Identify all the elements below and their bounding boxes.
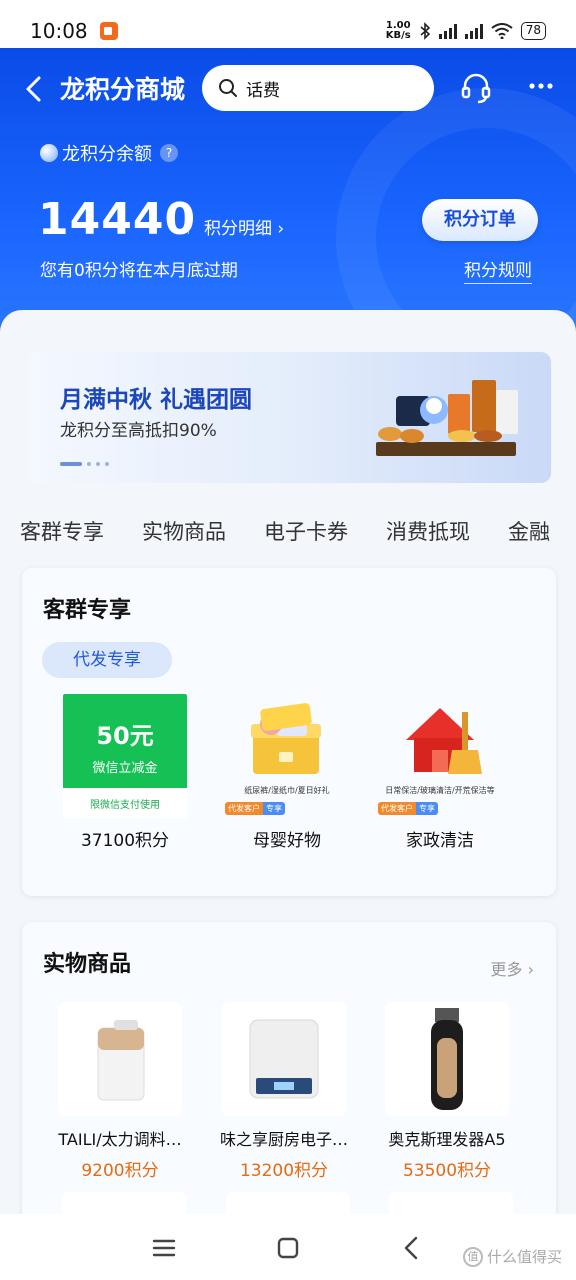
battery-icon: 78 bbox=[520, 22, 546, 40]
kitchen-scale-icon bbox=[249, 1019, 319, 1099]
product-card-peek[interactable] bbox=[62, 1192, 186, 1214]
product-card[interactable]: TAILI/太力调料… 9200积分 bbox=[40, 1002, 200, 1181]
balance-label-row: 龙积分余额 ? bbox=[40, 140, 178, 166]
back-icon[interactable] bbox=[20, 74, 50, 104]
bluetooth-icon bbox=[420, 22, 430, 40]
points-detail-label: 积分明细 bbox=[204, 219, 272, 239]
seasoning-dispenser-icon bbox=[97, 1020, 145, 1101]
product-card-peek[interactable] bbox=[226, 1192, 350, 1214]
gift-desc: 纸尿裤/湿纸巾/夏日好礼 bbox=[244, 786, 330, 795]
expire-note: 您有0积分将在本月底过期 bbox=[40, 261, 238, 281]
points-detail-link[interactable]: 积分明细 › bbox=[204, 214, 284, 239]
more-link[interactable]: 更多 › bbox=[490, 956, 534, 980]
product-image bbox=[385, 1002, 509, 1116]
product-name: 奥克斯理发器A5 bbox=[388, 1130, 506, 1149]
product-image bbox=[58, 1002, 182, 1116]
wechat-coupon-image: 50元 微信立减金 限微信支付使用 bbox=[63, 694, 187, 818]
product-label: 母婴好物 bbox=[253, 831, 321, 851]
chevron-right-icon: › bbox=[277, 219, 285, 239]
product-card[interactable]: 奥克斯理发器A5 53500积分 bbox=[367, 1002, 527, 1181]
product-price: 9200积分 bbox=[81, 1161, 159, 1181]
baby-goods-image: 纸尿裤/湿纸巾/夏日好礼 代发客户 专享 bbox=[225, 694, 349, 818]
hair-clipper-icon bbox=[431, 1008, 463, 1110]
watermark-icon: 值 bbox=[462, 1246, 483, 1267]
search-icon bbox=[219, 79, 237, 97]
product-price: 53500积分 bbox=[402, 1161, 492, 1181]
mooncake-gift-illustration bbox=[376, 380, 518, 456]
product-home-cleaning[interactable]: 日常保洁/玻璃清洁/开荒保洁等 代发客户 专享 家政清洁 bbox=[365, 694, 515, 851]
signal-icon-2 bbox=[464, 23, 483, 39]
signal-icon-1 bbox=[438, 23, 457, 39]
tab-physical-goods[interactable]: 实物商品 bbox=[142, 516, 226, 546]
gift-box-icon bbox=[251, 703, 321, 774]
wifi-icon bbox=[491, 23, 513, 39]
product-price: 13200积分 bbox=[239, 1161, 329, 1181]
product-card-peek[interactable] bbox=[389, 1192, 513, 1214]
more-icon[interactable] bbox=[526, 78, 556, 94]
exclusive-tag: 代发客户 专享 bbox=[378, 802, 438, 815]
points-rules-link[interactable]: 积分规则 bbox=[464, 256, 532, 284]
tab-cash-deduction[interactable]: 消费抵现 bbox=[386, 516, 470, 546]
tag-customer: 代发客户 bbox=[225, 802, 263, 815]
watermark-text: 什么值得买 bbox=[486, 1248, 562, 1266]
menu-icon[interactable] bbox=[150, 1234, 178, 1262]
product-name: TAILI/太力调料… bbox=[58, 1130, 182, 1149]
coupon-amount: 50元 bbox=[96, 722, 154, 750]
status-icons: 1.00 KB/s 78 bbox=[386, 21, 546, 41]
product-price: 37100积分 bbox=[80, 831, 170, 851]
net-speed-unit: KB/s bbox=[385, 30, 411, 41]
gift-desc: 日常保洁/玻璃清洁/开荒保洁等 bbox=[385, 786, 495, 795]
search-input[interactable]: 话费 bbox=[202, 65, 434, 111]
coupon-subtitle: 微信立减金 bbox=[92, 761, 158, 776]
customer-service-icon[interactable] bbox=[458, 70, 494, 106]
balance-label: 龙积分余额 bbox=[62, 144, 152, 165]
exclusive-section: 客群专享 代发专享 50元 微信立减金 限微信支付使用 37100积分 纸尿裤/… bbox=[22, 568, 556, 896]
coin-icon bbox=[40, 144, 58, 162]
coupon-note: 限微信支付使用 bbox=[90, 800, 160, 811]
help-icon[interactable]: ? bbox=[160, 144, 178, 162]
physical-goods-section: 实物商品 更多 › TAILI/太力调料… 9200积分 味之享厨房电子… 13… bbox=[22, 922, 556, 1214]
tag-exclusive: 专享 bbox=[416, 802, 438, 815]
search-placeholder: 话费 bbox=[246, 80, 280, 101]
more-label: 更多 bbox=[490, 960, 523, 979]
exclusive-tag: 代发客户 专享 bbox=[225, 802, 285, 815]
status-time: 10:08 bbox=[30, 19, 88, 43]
category-tabs: 客群专享 实物商品 电子卡券 消费抵现 金融 bbox=[20, 516, 550, 546]
tag-exclusive: 专享 bbox=[263, 802, 285, 815]
back-nav-icon[interactable] bbox=[398, 1234, 426, 1262]
home-cleaning-image: 日常保洁/玻璃清洁/开荒保洁等 代发客户 专享 bbox=[378, 694, 502, 818]
section-title: 客群专享 bbox=[43, 598, 132, 623]
net-speed: 1.00 KB/s bbox=[386, 21, 411, 41]
product-name: 味之享厨房电子… bbox=[219, 1130, 348, 1149]
screen-record-icon bbox=[99, 22, 118, 40]
system-nav-bar: 值 什么值得买 bbox=[0, 1214, 576, 1280]
section-title: 实物商品 bbox=[43, 952, 132, 977]
tab-exclusive[interactable]: 客群专享 bbox=[20, 516, 104, 546]
content-sheet: 月满中秋 礼遇团圆 龙积分至高抵扣90% 客群专享 实物商品 电子卡券 消费抵现… bbox=[0, 310, 576, 1214]
chevron-right-icon: › bbox=[527, 960, 534, 979]
divider bbox=[188, 218, 189, 234]
product-label: 家政清洁 bbox=[406, 831, 474, 851]
tab-e-vouchers[interactable]: 电子卡券 bbox=[264, 516, 348, 546]
exclusive-filter-pill[interactable]: 代发专享 bbox=[42, 642, 172, 678]
home-icon[interactable] bbox=[274, 1234, 302, 1262]
points-header: 龙积分商城 话费 龙积分余额 ? 14440 积分明细 › 您有0积分将在本月底… bbox=[0, 48, 576, 340]
page-title: 龙积分商城 bbox=[60, 75, 186, 104]
carousel-dots bbox=[60, 462, 109, 466]
points-balance: 14440 bbox=[38, 194, 197, 245]
tab-finance[interactable]: 金融 bbox=[508, 516, 550, 546]
product-image bbox=[222, 1002, 346, 1116]
product-card[interactable]: 味之享厨房电子… 13200积分 bbox=[204, 1002, 364, 1181]
tag-customer: 代发客户 bbox=[378, 802, 416, 815]
banner-title: 月满中秋 礼遇团圆 bbox=[60, 387, 253, 413]
promo-banner[interactable]: 月满中秋 礼遇团圆 龙积分至高抵扣90% bbox=[28, 352, 551, 483]
points-order-button[interactable]: 积分订单 bbox=[422, 199, 538, 241]
banner-subtitle: 龙积分至高抵扣90% bbox=[60, 421, 217, 441]
product-baby-goods[interactable]: 纸尿裤/湿纸巾/夏日好礼 代发客户 专享 母婴好物 bbox=[212, 694, 362, 851]
watermark: 值 什么值得买 bbox=[462, 1246, 562, 1267]
house-broom-icon bbox=[406, 708, 482, 774]
product-wechat-coupon[interactable]: 50元 微信立减金 限微信支付使用 37100积分 bbox=[50, 694, 200, 851]
